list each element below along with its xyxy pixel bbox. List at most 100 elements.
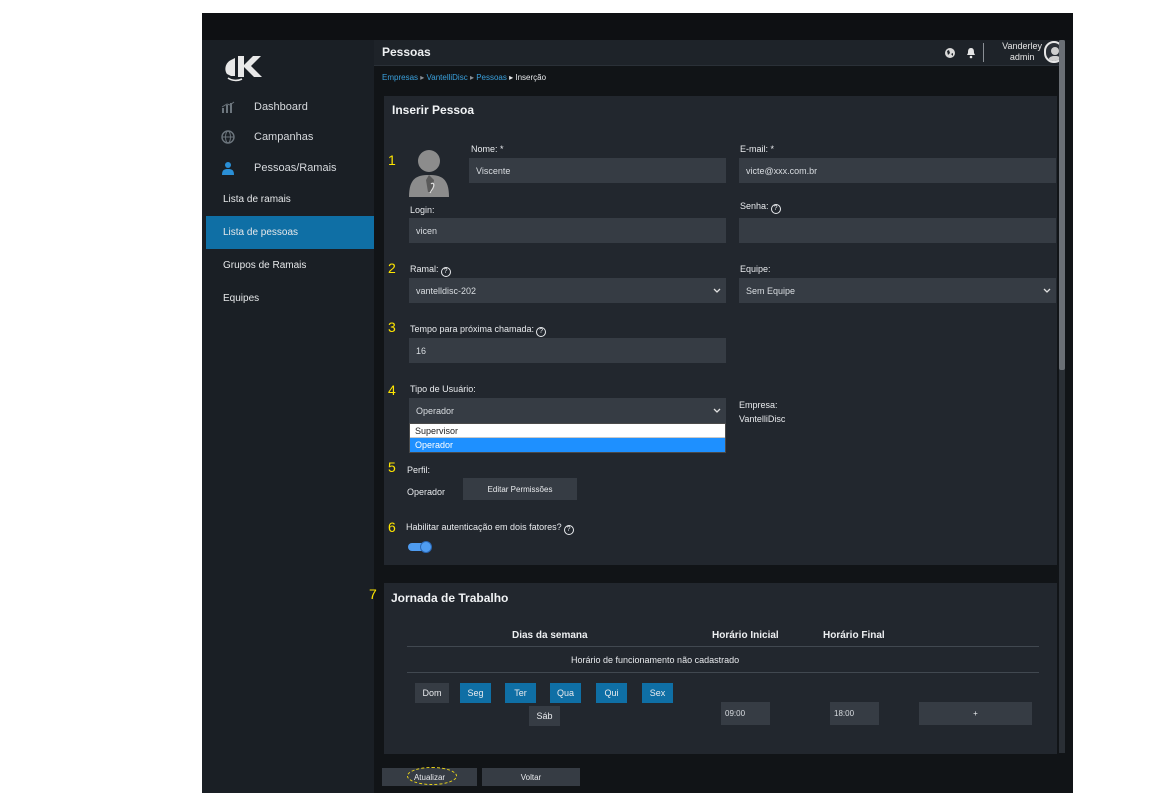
app-window: Dashboard Campanhas Pessoas/Ramais Lista… (202, 13, 1073, 793)
nome-input[interactable]: Viscente (469, 158, 726, 183)
day-dom[interactable]: Dom (415, 683, 449, 703)
annotation-5: 5 (388, 459, 396, 475)
breadcrumb-item-empresas[interactable]: Empresas (382, 73, 418, 82)
header-divider (983, 43, 984, 62)
breadcrumb-item-company[interactable]: VantelliDisc (427, 73, 468, 82)
form-title: Inserir Pessoa (392, 103, 475, 117)
jornada-title: Jornada de Trabalho (391, 591, 509, 605)
annotation-3: 3 (388, 319, 396, 335)
ramal-label: Ramal: (410, 264, 439, 274)
chevron-down-icon (713, 286, 721, 296)
table-divider (407, 646, 1039, 647)
ramal-label-wrap: Ramal:? (410, 264, 451, 277)
hora-final-input[interactable]: 18:00 (830, 702, 879, 725)
sidebar-subitem-label: Grupos de Ramais (223, 260, 307, 271)
breadcrumb-current: Inserção (515, 73, 547, 82)
jornada-panel (384, 583, 1057, 754)
tempo-label: Tempo para próxima chamada: (410, 324, 535, 334)
equipe-label: Equipe: (740, 264, 771, 274)
sidebar: Dashboard Campanhas Pessoas/Ramais Lista… (202, 40, 374, 793)
day-seg[interactable]: Seg (460, 683, 491, 703)
day-sex[interactable]: Sex (642, 683, 673, 703)
tempo-label-wrap: Tempo para próxima chamada:? (410, 324, 547, 337)
tipo-usuario-dropdown: Supervisor Operador (409, 423, 726, 453)
option-supervisor[interactable]: Supervisor (410, 424, 725, 438)
login-input[interactable]: vicen (409, 218, 726, 243)
day-qui[interactable]: Qui (596, 683, 627, 703)
editar-permissoes-button[interactable]: Editar Permissões (463, 478, 577, 500)
person-photo-placeholder[interactable] (409, 144, 449, 197)
ramal-select[interactable]: vantelldisc-202 (409, 278, 726, 303)
annotation-7: 7 (369, 586, 377, 602)
tipo-label: Tipo de Usuário: (410, 384, 476, 394)
senha-label: Senha: (740, 201, 769, 211)
help-icon[interactable]: ? (440, 267, 451, 277)
sidebar-item-grupos-ramais[interactable]: Grupos de Ramais (202, 249, 374, 282)
sidebar-item-dashboard[interactable]: Dashboard (202, 93, 374, 121)
breadcrumb-item-pessoas[interactable]: Pessoas (476, 73, 507, 82)
sidebar-item-lista-pessoas[interactable]: Lista de pessoas (206, 216, 374, 249)
brand-logo (222, 52, 272, 82)
sidebar-subitem-label: Lista de ramais (223, 194, 291, 205)
top-strip (202, 13, 1073, 40)
sidebar-item-campanhas[interactable]: Campanhas (202, 123, 374, 151)
perfil-label: Perfil: (407, 465, 431, 475)
senha-input[interactable] (739, 218, 1056, 243)
breadcrumb: Empresas ▸ VantelliDisc ▸ Pessoas ▸ Inse… (382, 73, 547, 82)
empty-schedule-message: Horário de funcionamento não cadastrado (571, 655, 740, 665)
option-operador[interactable]: Operador (410, 438, 725, 452)
bell-icon[interactable] (966, 46, 976, 64)
sidebar-item-lista-ramais[interactable]: Lista de ramais (202, 183, 374, 216)
sidebar-item-label: Campanhas (254, 131, 314, 143)
globe-icon (220, 129, 236, 145)
annotation-2: 2 (388, 260, 396, 276)
voltar-button[interactable]: Voltar (482, 768, 580, 786)
email-input[interactable]: victe@xxx.com.br (739, 158, 1056, 183)
sidebar-subitem-label: Lista de pessoas (223, 227, 299, 238)
twofa-label: Habilitar autenticação em dois fatores? (406, 522, 562, 532)
chevron-down-icon (713, 406, 721, 416)
sidebar-item-equipes[interactable]: Equipes (202, 282, 374, 315)
help-icon[interactable]: ? (563, 525, 574, 535)
sidebar-item-pessoas-ramais[interactable]: Pessoas/Ramais (202, 154, 374, 182)
email-label: E-mail: * (740, 144, 775, 154)
day-qua[interactable]: Qua (550, 683, 581, 703)
twofa-toggle[interactable] (406, 540, 432, 553)
col-horario-inicial: Horário Inicial (712, 630, 779, 641)
equipe-select-value: Sem Equipe (746, 285, 796, 296)
table-divider (407, 672, 1039, 673)
bar-chart-icon (220, 99, 236, 115)
empresa-value: VantelliDisc (739, 414, 786, 424)
equipe-select[interactable]: Sem Equipe (739, 278, 1056, 303)
scrollbar[interactable] (1059, 40, 1065, 753)
sidebar-subitem-label: Equipes (223, 293, 260, 304)
globe-settings-icon[interactable] (944, 46, 956, 64)
senha-label-wrap: Senha:? (740, 201, 781, 214)
hora-inicial-input[interactable]: 09:00 (721, 702, 770, 725)
empresa-label: Empresa: (739, 400, 778, 410)
add-horario-button[interactable]: + (919, 702, 1032, 725)
col-dias: Dias da semana (512, 630, 588, 641)
tempo-input[interactable]: 16 (409, 338, 726, 363)
chevron-down-icon (1043, 286, 1051, 296)
day-sab[interactable]: Sáb (529, 706, 560, 726)
highlight-ring (407, 767, 457, 785)
person-icon (220, 160, 236, 176)
top-header: Pessoas Vanderley admin (374, 40, 1064, 66)
user-name: Vanderley (1002, 41, 1042, 51)
twofa-label-wrap: Habilitar autenticação em dois fatores?? (406, 522, 574, 535)
help-icon[interactable]: ? (536, 327, 547, 337)
annotation-4: 4 (388, 382, 396, 398)
help-icon[interactable]: ? (770, 204, 781, 214)
day-ter[interactable]: Ter (505, 683, 536, 703)
scrollbar-thumb[interactable] (1059, 40, 1065, 370)
page-title: Pessoas (382, 45, 431, 59)
nome-label: Nome: * (471, 144, 504, 154)
toggle-knob (420, 541, 432, 553)
user-menu[interactable]: Vanderley admin (1002, 41, 1042, 63)
annotation-1: 1 (388, 152, 396, 168)
login-label: Login: (410, 205, 435, 215)
tipo-usuario-select[interactable]: Operador (409, 398, 726, 423)
col-horario-final: Horário Final (823, 630, 885, 641)
tipo-select-value: Operador (416, 405, 455, 416)
